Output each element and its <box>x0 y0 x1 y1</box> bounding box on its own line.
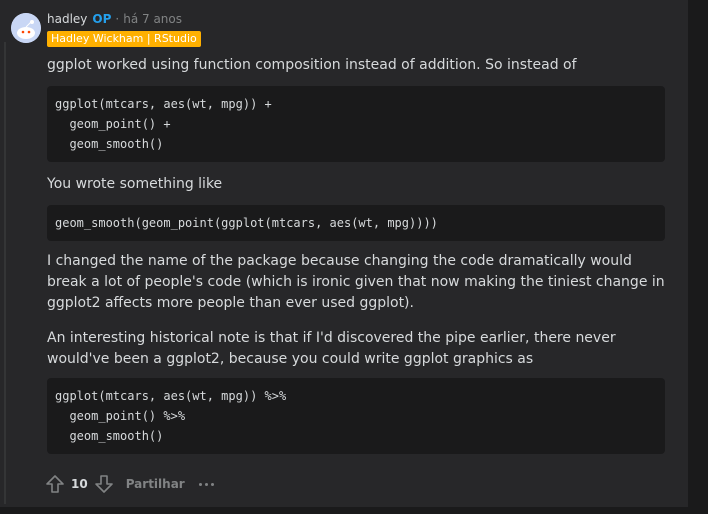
code-block: ggplot(mtcars, aes(wt, mpg)) %>% geom_po… <box>47 378 665 454</box>
dot <box>210 482 214 486</box>
upvote-button[interactable] <box>45 473 65 495</box>
action-bar: 10 Partilhar <box>45 472 214 496</box>
separator: · <box>115 12 120 26</box>
user-flair: Hadley Wickham | RStudio <box>47 31 201 47</box>
snoo-avatar-icon <box>11 13 41 43</box>
code-block: ggplot(mtcars, aes(wt, mpg)) + geom_poin… <box>47 86 665 162</box>
share-button[interactable]: Partilhar <box>126 477 185 491</box>
author-name[interactable]: hadley <box>47 12 87 26</box>
avatar[interactable] <box>11 13 41 43</box>
comment-header: hadley OP · há 7 anos <box>47 11 182 27</box>
code-block: geom_smooth(geom_point(ggplot(mtcars, ae… <box>47 205 665 241</box>
downvote-arrow-icon <box>94 475 113 493</box>
paragraph: I changed the name of the package becaus… <box>47 253 665 311</box>
paragraph: ggplot worked using function composition… <box>47 57 577 73</box>
upvote-arrow-icon <box>46 475 64 493</box>
paragraph: You wrote something like <box>47 176 223 192</box>
paragraph: An interesting historical note is that i… <box>47 330 616 367</box>
comment-card: hadley OP · há 7 anos Hadley Wickham | R… <box>0 0 688 507</box>
more-options-icon[interactable] <box>198 482 214 486</box>
vote-score: 10 <box>71 477 88 491</box>
dot <box>198 482 202 486</box>
downvote-button[interactable] <box>94 473 114 495</box>
thread-line[interactable] <box>4 42 6 504</box>
timestamp[interactable]: há 7 anos <box>123 12 182 26</box>
dot <box>204 482 208 486</box>
op-badge: OP <box>92 12 112 26</box>
comment-body: ggplot worked using function composition… <box>47 55 667 454</box>
